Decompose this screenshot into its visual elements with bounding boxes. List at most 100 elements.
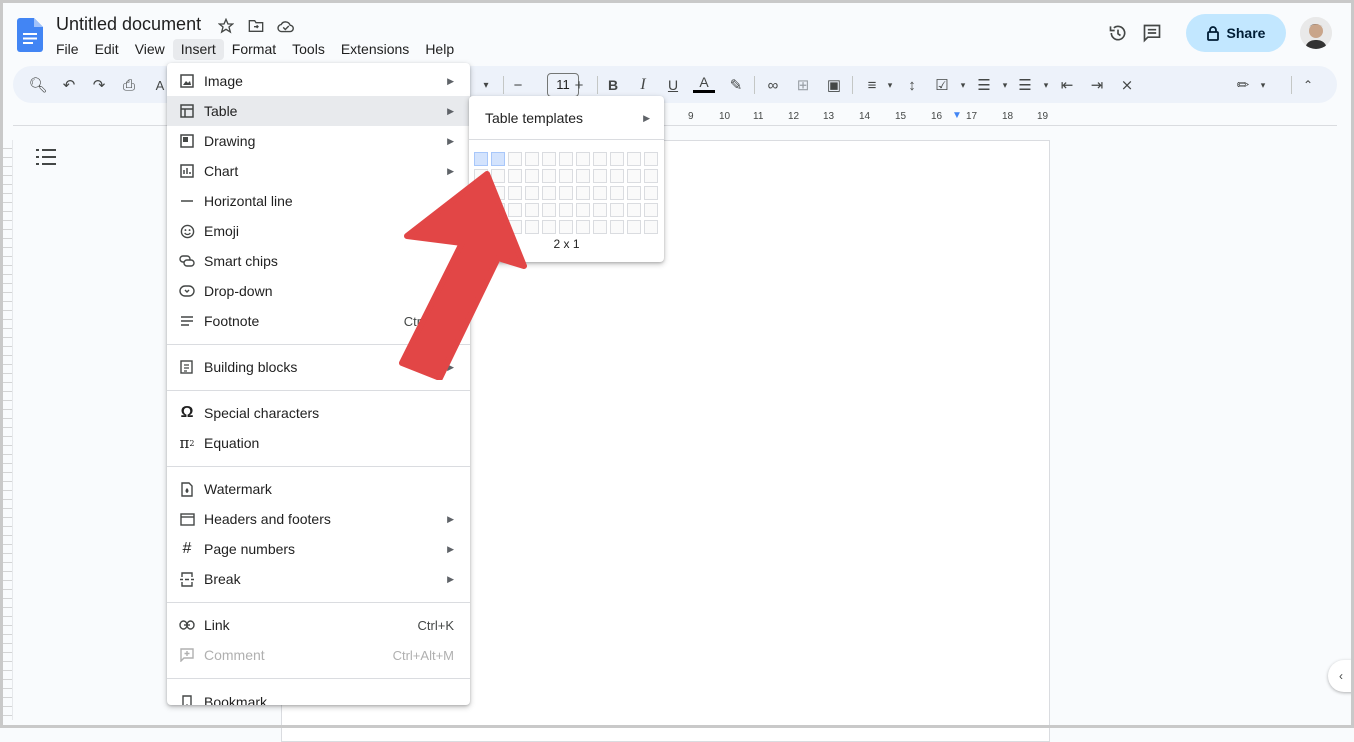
table-grid-cell[interactable] — [593, 152, 607, 166]
editing-mode-icon[interactable]: ✏ — [1232, 74, 1254, 96]
text-color-icon[interactable]: A — [693, 74, 715, 93]
table-grid-cell[interactable] — [559, 169, 573, 183]
table-grid-cell[interactable] — [559, 186, 573, 200]
version-history-icon[interactable] — [1108, 23, 1128, 43]
add-comment-icon[interactable]: ⊞ — [792, 74, 814, 96]
menu-item-label: Watermark — [204, 481, 272, 497]
bulleted-list-icon[interactable]: ☰ — [973, 74, 995, 96]
table-grid-cell[interactable] — [576, 186, 590, 200]
menu-extensions[interactable]: Extensions — [333, 39, 417, 60]
submenu-arrow-icon: ▶ — [447, 573, 454, 584]
ruler-tick: 10 — [719, 111, 731, 122]
table-grid-cell[interactable] — [610, 220, 624, 234]
table-grid-cell[interactable] — [542, 220, 556, 234]
menu-item-page-numbers[interactable]: # Page numbers ▶ — [167, 534, 470, 564]
menu-insert[interactable]: Insert — [172, 39, 224, 60]
table-grid-cell[interactable] — [627, 169, 641, 183]
search-menus-icon[interactable]: 🔍︎ — [27, 74, 49, 96]
mode-chevron-icon[interactable]: ▾ — [1252, 74, 1274, 96]
font-chevron-icon[interactable]: ▾ — [475, 74, 497, 96]
side-panel-chevron-icon[interactable]: ‹ — [1328, 660, 1354, 692]
table-grid-cell[interactable] — [644, 152, 658, 166]
table-grid-cell[interactable] — [593, 169, 607, 183]
share-button[interactable]: Share — [1186, 14, 1286, 52]
italic-icon[interactable]: I — [632, 74, 654, 96]
collapse-menus-icon[interactable]: ⌃ — [1297, 74, 1319, 96]
menu-item-image[interactable]: Image ▶ — [167, 66, 470, 96]
menu-view[interactable]: View — [127, 39, 173, 60]
document-title[interactable]: Untitled document — [56, 14, 201, 35]
insert-image-icon[interactable]: ▣ — [823, 74, 845, 96]
star-icon[interactable] — [216, 16, 236, 36]
table-grid-cell[interactable] — [542, 169, 556, 183]
menu-item-table[interactable]: Table ▶ — [167, 96, 470, 126]
clear-formatting-icon[interactable]: ⨯ — [1116, 74, 1138, 96]
table-templates-item[interactable]: Table templates ▶ — [469, 104, 664, 132]
bold-icon[interactable]: B — [602, 74, 624, 96]
menu-edit[interactable]: Edit — [87, 39, 127, 60]
table-grid-cell[interactable] — [627, 203, 641, 217]
line-spacing-icon[interactable]: ↕ — [901, 74, 923, 96]
table-grid-cell[interactable] — [644, 203, 658, 217]
document-outline-icon[interactable] — [36, 148, 56, 166]
menu-item-special-characters[interactable]: Ω Special characters — [167, 398, 470, 428]
numbered-list-icon[interactable]: ☰ — [1014, 74, 1036, 96]
menu-item-break[interactable]: Break ▶ — [167, 564, 470, 594]
menu-item-link[interactable]: Link Ctrl+K — [167, 610, 470, 640]
menu-item-drawing[interactable]: Drawing ▶ — [167, 126, 470, 156]
numbered-chevron-icon[interactable]: ▾ — [1035, 74, 1057, 96]
table-grid-cell[interactable] — [644, 220, 658, 234]
bullet-chevron-icon[interactable]: ▾ — [994, 74, 1016, 96]
table-grid-cell[interactable] — [610, 186, 624, 200]
right-indent-marker-icon[interactable]: ▼ — [952, 110, 962, 121]
table-grid-cell[interactable] — [576, 220, 590, 234]
checklist-icon[interactable]: ☑ — [931, 74, 953, 96]
menu-item-headers-footers[interactable]: Headers and footers ▶ — [167, 504, 470, 534]
table-grid-cell[interactable] — [627, 186, 641, 200]
avatar[interactable] — [1300, 17, 1332, 49]
undo-icon[interactable]: ↶ — [58, 74, 80, 96]
menu-format[interactable]: Format — [224, 39, 284, 60]
table-grid-cell[interactable] — [644, 169, 658, 183]
menu-item-bookmark[interactable]: Bookmark — [167, 687, 470, 705]
table-grid-cell[interactable] — [576, 169, 590, 183]
table-grid-cell[interactable] — [593, 220, 607, 234]
table-grid-cell[interactable] — [593, 186, 607, 200]
table-grid-cell[interactable] — [627, 220, 641, 234]
table-grid-cell[interactable] — [542, 152, 556, 166]
menu-item-comment[interactable]: Comment Ctrl+Alt+M — [167, 640, 470, 670]
docs-logo-icon[interactable] — [17, 18, 43, 52]
redo-icon[interactable]: ↷ — [88, 74, 110, 96]
menu-tools[interactable]: Tools — [284, 39, 333, 60]
menu-help[interactable]: Help — [417, 39, 462, 60]
decrease-font-size-icon[interactable]: − — [507, 74, 529, 96]
checklist-chevron-icon[interactable]: ▾ — [952, 74, 974, 96]
move-folder-icon[interactable] — [246, 16, 266, 36]
decrease-indent-icon[interactable]: ⇤ — [1056, 74, 1078, 96]
increase-indent-icon[interactable]: ⇥ — [1086, 74, 1108, 96]
underline-icon[interactable]: U — [662, 74, 684, 96]
print-icon[interactable]: ⎙ — [118, 74, 140, 96]
table-grid-cell[interactable] — [610, 169, 624, 183]
comments-icon[interactable] — [1142, 23, 1162, 43]
table-grid-cell[interactable] — [576, 152, 590, 166]
table-grid-cell[interactable] — [627, 152, 641, 166]
menu-item-equation[interactable]: π2 Equation — [167, 428, 470, 458]
menu-file[interactable]: File — [48, 39, 87, 60]
table-grid-cell[interactable] — [593, 203, 607, 217]
table-grid-cell[interactable] — [559, 203, 573, 217]
table-grid-cell[interactable] — [610, 152, 624, 166]
table-grid-cell[interactable] — [610, 203, 624, 217]
align-chevron-icon[interactable]: ▾ — [879, 74, 901, 96]
table-grid-cell[interactable] — [644, 186, 658, 200]
table-grid-cell[interactable] — [559, 152, 573, 166]
table-grid-cell[interactable] — [542, 203, 556, 217]
menu-item-watermark[interactable]: Watermark — [167, 474, 470, 504]
table-grid-cell[interactable] — [576, 203, 590, 217]
insert-link-icon[interactable]: ∞ — [762, 74, 784, 96]
increase-font-size-icon[interactable]: + — [568, 74, 590, 96]
table-grid-cell[interactable] — [559, 220, 573, 234]
cloud-saved-icon[interactable] — [276, 16, 296, 36]
highlight-icon[interactable]: ✎ — [725, 74, 747, 96]
table-grid-cell[interactable] — [542, 186, 556, 200]
